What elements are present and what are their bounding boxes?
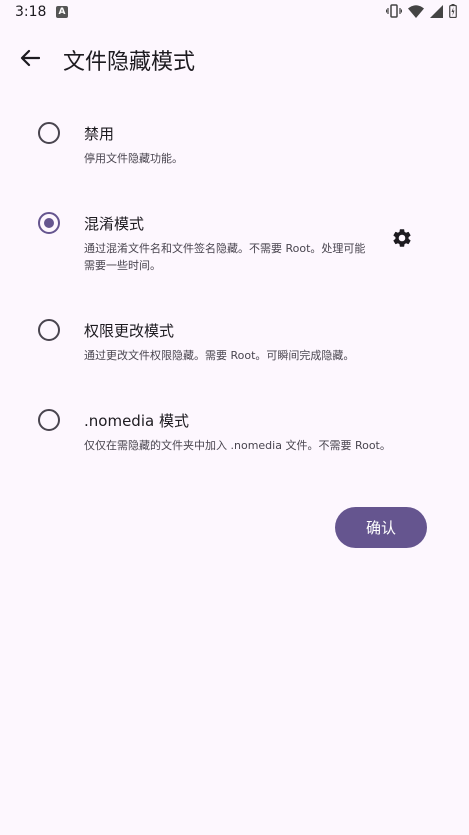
option-title: 权限更改模式 [84,322,175,340]
option-title: 混淆模式 [84,215,145,233]
gear-icon [391,227,413,253]
radio-disable[interactable] [38,122,60,144]
obfuscate-settings-button[interactable] [388,226,416,254]
radio-permission[interactable] [38,319,60,341]
option-disable[interactable]: 禁用 停用文件隐藏功能。 [0,110,469,170]
option-title: 禁用 [84,125,115,143]
option-nomedia[interactable]: .nomedia 模式 仅仅在需隐藏的文件夹中加入 .nomedia 文件。不需… [0,397,469,457]
confirm-button[interactable]: 确认 [335,507,427,548]
option-title: .nomedia 模式 [84,412,189,430]
battery-icon [449,4,457,18]
option-description: 通过混淆文件名和文件签名隐藏。不需要 Root。处理可能需要一些时间。 [84,242,366,272]
back-button[interactable] [10,40,50,80]
option-description: 仅仅在需隐藏的文件夹中加入 .nomedia 文件。不需要 Root。 [84,439,391,452]
arrow-back-icon [20,49,41,71]
radio-obfuscate[interactable] [38,212,60,234]
option-permission[interactable]: 权限更改模式 通过更改文件权限隐藏。需要 Root。可瞬间完成隐藏。 [0,307,469,367]
notification-icon: A [56,6,68,18]
vibrate-icon [386,4,402,18]
radio-nomedia[interactable] [38,409,60,431]
status-bar: 3:18 A [0,0,469,26]
option-description: 通过更改文件权限隐藏。需要 Root。可瞬间完成隐藏。 [84,349,355,362]
option-description: 停用文件隐藏功能。 [84,152,183,165]
app-bar: 文件隐藏模式 [0,34,469,86]
status-icons [386,4,457,18]
signal-icon [430,4,443,18]
wifi-icon [408,4,424,18]
page-title: 文件隐藏模式 [63,50,196,75]
status-time: 3:18 [15,4,47,20]
